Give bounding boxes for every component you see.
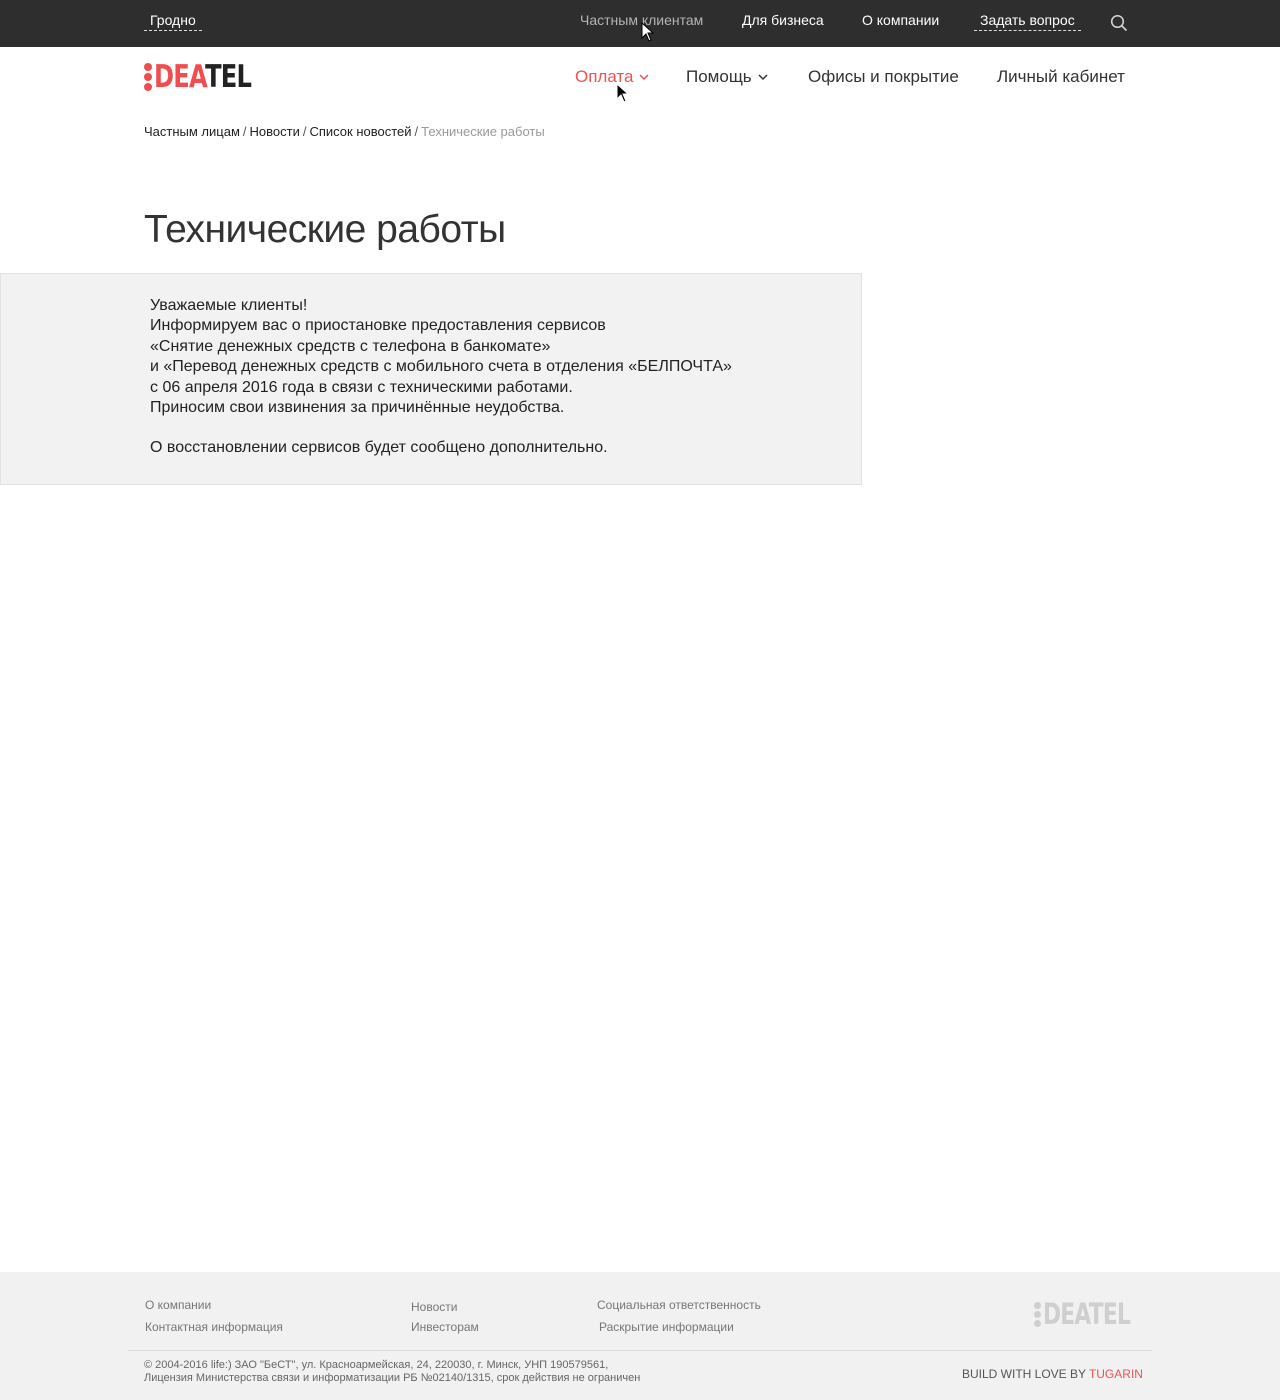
footer-link-disclosure[interactable]: Раскрытие информации	[599, 1320, 734, 1334]
logo-text-dark: TEL	[205, 59, 252, 95]
search-icon[interactable]	[1110, 14, 1128, 32]
build-credit-brand-link[interactable]: TUGARIN	[1089, 1367, 1143, 1381]
breadcrumb-news-list[interactable]: Список новостей	[309, 124, 411, 139]
top-nav-business[interactable]: Для бизнеса	[742, 12, 824, 28]
logo-dots-icon	[1034, 1301, 1041, 1327]
footer: О компании Контактная информация Новости…	[0, 1272, 1280, 1400]
chevron-down-icon	[639, 74, 650, 81]
breadcrumb-private[interactable]: Частным лицам	[144, 124, 240, 139]
main-nav-account[interactable]: Личный кабинет	[997, 67, 1125, 87]
site-logo[interactable]: DEATEL	[144, 61, 279, 93]
copyright-line-1: © 2004-2016 life:) ЗАО "БеСТ", ул. Красн…	[144, 1359, 609, 1371]
logo-dots-icon	[144, 63, 152, 91]
notice-line: Уважаемые клиенты!	[150, 297, 308, 314]
top-nav-about[interactable]: О компании	[862, 12, 939, 28]
build-credit-prefix: BUILD WITH LOVE BY	[962, 1367, 1086, 1381]
main-nav-payment[interactable]: Оплата	[575, 67, 650, 87]
main-nav-help[interactable]: Помощь	[686, 67, 768, 87]
notice-line: Информируем вас о приостановке предостав…	[150, 317, 606, 335]
breadcrumb-news[interactable]: Новости	[250, 124, 300, 139]
ask-question-link[interactable]: Задать вопрос	[974, 12, 1081, 31]
footer-divider	[128, 1350, 1152, 1351]
notice-line: с 06 апреля 2016 года в связи с техничес…	[150, 378, 573, 396]
notice-box: Уважаемые клиенты! Информируем вас о при…	[0, 273, 862, 485]
notice-text: Уважаемые клиенты! Информируем вас о при…	[150, 296, 732, 459]
footer-link-about[interactable]: О компании	[145, 1298, 211, 1312]
footer-link-social[interactable]: Социальная ответственность	[597, 1298, 761, 1312]
build-credit: BUILD WITH LOVE BY TUGARIN	[962, 1367, 1143, 1381]
notice-line: и «Перевод денежных средств с мобильного…	[150, 358, 732, 376]
mouse-cursor-icon	[641, 22, 655, 42]
footer-link-news[interactable]: Новости	[411, 1300, 457, 1314]
logo-text-red: DEA	[154, 59, 206, 95]
main-nav-help-label: Помощь	[686, 67, 752, 86]
page-title: Технические работы	[144, 208, 506, 251]
notice-line: «Снятие денежных средств с телефона в ба…	[150, 337, 551, 355]
top-bar: Гродно Частным клиентам Для бизнеса О ко…	[0, 0, 1280, 47]
chevron-down-icon	[758, 74, 768, 81]
breadcrumb-current: Технические работы	[421, 124, 545, 139]
footer-link-investors[interactable]: Инвесторам	[411, 1320, 479, 1334]
main-nav-offices[interactable]: Офисы и покрытие	[808, 67, 959, 87]
copyright-line-2: Лицензия Министерства связи и информатиз…	[144, 1372, 641, 1384]
notice-line: Приносим свои извинения за причинённые н…	[150, 399, 565, 417]
mouse-cursor-icon	[616, 83, 630, 103]
copyright: © 2004-2016 life:) ЗАО "БеСТ", ул. Красн…	[144, 1359, 640, 1385]
footer-link-contacts[interactable]: Контактная информация	[145, 1320, 283, 1334]
breadcrumb: Частным лицам / Новости / Список новостей / Те…	[144, 124, 545, 139]
footer-logo-text: DEATEL	[1043, 1297, 1131, 1331]
city-selector[interactable]: Гродно	[144, 12, 202, 31]
footer-logo[interactable]: DEATEL	[1034, 1299, 1159, 1329]
notice-restore-line: О восстановлении сервисов будет сообщено…	[150, 439, 608, 457]
